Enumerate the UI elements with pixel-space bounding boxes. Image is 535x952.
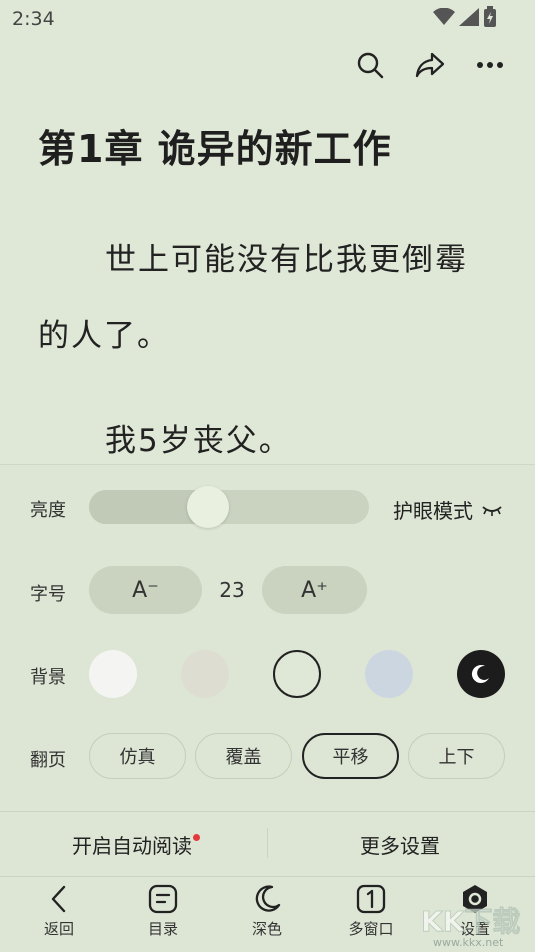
- more-settings-button[interactable]: 更多设置: [360, 830, 440, 859]
- nav-multi-window[interactable]: 多窗口: [331, 884, 411, 939]
- background-swatch-white[interactable]: [89, 650, 137, 698]
- share-button[interactable]: [415, 50, 445, 80]
- watermark-logo: KK下载 www.kkx.net: [421, 905, 521, 949]
- eye-mode-label: 护眼模式: [393, 499, 473, 523]
- font-decrease-button[interactable]: A⁻: [89, 566, 202, 614]
- brightness-slider[interactable]: [89, 486, 369, 528]
- page-turn-cover[interactable]: 覆盖: [195, 733, 292, 779]
- status-bar: 2:34: [0, 0, 535, 36]
- multi-window-icon: [356, 884, 386, 914]
- eye-closed-icon: [482, 505, 502, 516]
- font-size-value: 23: [219, 578, 245, 602]
- nav-label: 返回: [43, 920, 74, 938]
- page-turn-label: 翻页: [30, 750, 66, 771]
- nav-catalog[interactable]: 目录: [123, 884, 203, 939]
- settings-panel: [0, 464, 535, 952]
- eye-mode-toggle[interactable]: 护眼模式: [393, 495, 503, 524]
- divider: [0, 876, 535, 877]
- moon-icon: [471, 665, 489, 684]
- background-swatch-beige[interactable]: [181, 650, 229, 698]
- more-icon: [477, 62, 503, 68]
- auto-read-label: 开启自动阅读: [72, 834, 192, 858]
- svg-text:www.kkx.net: www.kkx.net: [433, 936, 504, 949]
- background-swatch-green[interactable]: [273, 650, 321, 698]
- nav-dark-mode[interactable]: 深色: [227, 884, 307, 939]
- new-badge-dot: [193, 834, 200, 841]
- nav-label: 多窗口: [348, 920, 394, 938]
- signal-icon: [459, 8, 479, 26]
- back-icon: [51, 885, 66, 913]
- brightness-thumb[interactable]: [186, 486, 229, 528]
- search-button[interactable]: [355, 50, 385, 80]
- font-size-label: 字号: [30, 584, 66, 605]
- chapter-title: 第1章 诡异的新工作: [38, 127, 392, 171]
- svg-text:KK下载: KK下载: [421, 905, 520, 938]
- divider: [267, 828, 268, 858]
- more-button[interactable]: [475, 50, 505, 80]
- page-turn-simulate[interactable]: 仿真: [89, 733, 186, 779]
- wifi-icon: [433, 8, 455, 25]
- auto-read-button[interactable]: 开启自动阅读: [72, 830, 200, 859]
- background-swatch-dark[interactable]: [457, 650, 505, 698]
- share-icon: [415, 52, 445, 78]
- page-turn-scroll[interactable]: 上下: [408, 733, 505, 779]
- background-label: 背景: [30, 667, 66, 688]
- page-turn-slide[interactable]: 平移: [302, 733, 399, 779]
- nav-label: 深色: [251, 920, 282, 938]
- paragraph-line: 世上可能没有比我更倒霉: [105, 242, 468, 278]
- nav-label: 目录: [147, 920, 178, 938]
- reader-toolbar: [355, 50, 505, 80]
- status-icons: [433, 6, 497, 28]
- status-time: 2:34: [12, 8, 55, 30]
- divider: [0, 811, 535, 812]
- catalog-icon: [148, 884, 178, 914]
- paragraph-line: 的人了。: [38, 318, 170, 354]
- font-increase-button[interactable]: A⁺: [262, 566, 367, 614]
- search-icon: [357, 52, 384, 79]
- moon-icon: [255, 885, 281, 912]
- brightness-label: 亮度: [30, 500, 66, 521]
- nav-back[interactable]: 返回: [19, 884, 99, 939]
- battery-icon: [484, 6, 496, 27]
- background-swatch-blue[interactable]: [365, 650, 413, 698]
